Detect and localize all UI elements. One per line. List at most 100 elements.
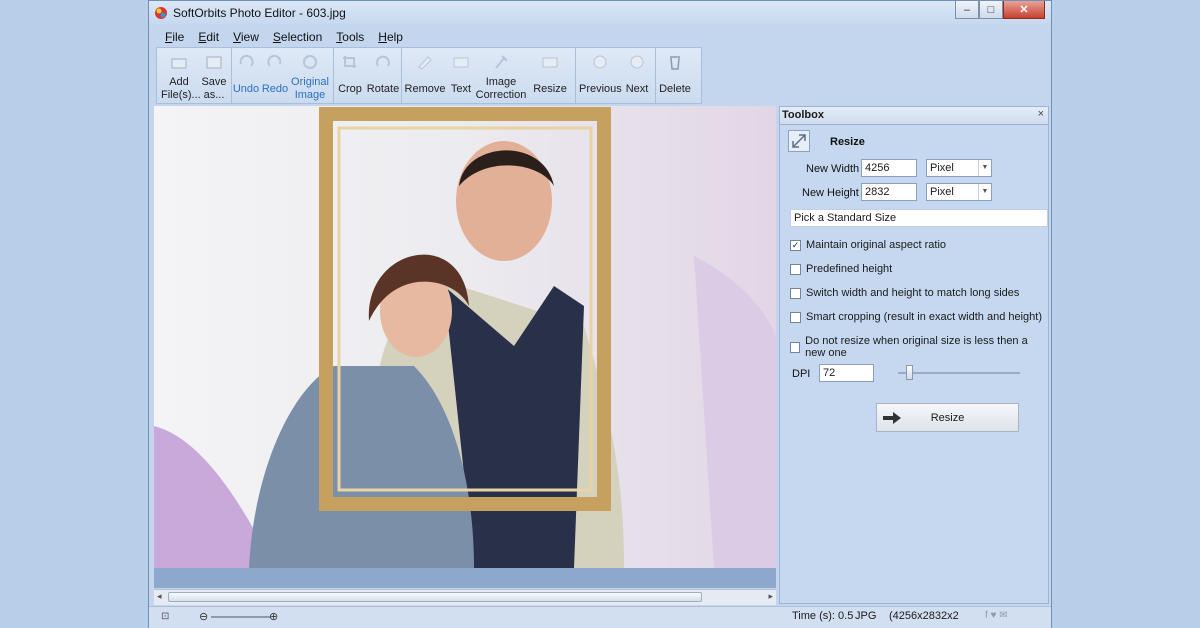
save-icon (206, 56, 222, 69)
width-unit-select[interactable]: Pixel ▼ (926, 159, 992, 177)
new-width-label: New Width (806, 163, 860, 175)
predefined-height-checkbox[interactable] (790, 263, 801, 275)
eraser-icon (418, 56, 432, 70)
option-switch-sides[interactable]: Switch width and height to match long si… (790, 287, 1019, 299)
menu-selection[interactable]: Selection (265, 28, 328, 46)
rotate-icon (376, 55, 390, 67)
next-icon (630, 55, 644, 69)
add-files-label: Add File(s)... (161, 76, 201, 101)
rotate-label: Rotate (366, 83, 400, 95)
crop-button[interactable]: Crop (335, 48, 365, 103)
text-button[interactable]: Text (447, 48, 475, 103)
dpi-slider[interactable] (898, 365, 1020, 380)
previous-label: Previous (579, 83, 622, 95)
option-label: Predefined height (806, 263, 893, 275)
status-dimensions: (4256x2832x2 (889, 610, 959, 622)
add-file-icon (171, 58, 187, 69)
title-bar[interactable]: SoftOrbits Photo Editor - 603.jpg – □ ✕ (149, 1, 1051, 25)
menu-help[interactable]: Help (370, 28, 409, 46)
switch-sides-checkbox[interactable] (790, 287, 801, 299)
height-unit-value: Pixel (930, 186, 954, 198)
menu-file[interactable]: File (157, 28, 190, 46)
toolbox-panel: Toolbox × Resize New Width 4256 Pixel ▼ … (779, 106, 1049, 604)
filmstrip (154, 568, 776, 588)
undo-icon (239, 54, 254, 67)
option-label: Maintain original aspect ratio (806, 239, 947, 251)
resize-icon (542, 57, 558, 68)
delete-button[interactable]: Delete (655, 48, 695, 103)
scroll-left-icon[interactable]: ◂ (157, 591, 162, 602)
image-correction-label: Image Correction (475, 76, 527, 101)
rotate-button[interactable]: Rotate (365, 48, 401, 103)
resize-arrows-icon (788, 130, 810, 152)
close-window-button[interactable]: ✕ (1003, 1, 1045, 19)
next-button[interactable]: Next (621, 48, 653, 103)
redo-label: Redo (261, 83, 289, 95)
original-image-button[interactable]: Original Image (289, 48, 331, 103)
chevron-down-icon: ▼ (978, 160, 991, 176)
toolbox-close-icon[interactable]: × (1038, 108, 1044, 120)
app-window: SoftOrbits Photo Editor - 603.jpg – □ ✕ … (148, 0, 1052, 628)
resize-button[interactable]: Resize (876, 403, 1019, 432)
standard-size-select[interactable]: Pick a Standard Size (790, 209, 1048, 227)
previous-button[interactable]: Previous (579, 48, 622, 103)
option-smart-cropping[interactable]: Smart cropping (result in exact width an… (790, 311, 1042, 323)
minimize-icon: – (963, 3, 971, 16)
option-maintain-aspect[interactable]: ✓ Maintain original aspect ratio (790, 239, 946, 251)
close-icon: ✕ (1019, 4, 1029, 16)
window-title: SoftOrbits Photo Editor - 603.jpg (173, 6, 346, 20)
no-upscale-checkbox[interactable] (790, 341, 801, 353)
minimize-button[interactable]: – (955, 1, 979, 19)
option-no-upscale[interactable]: Do not resize when original size is less… (790, 335, 1048, 359)
new-width-input[interactable]: 4256 (861, 159, 917, 177)
add-files-button[interactable]: Add File(s)... (161, 48, 201, 103)
social-icons[interactable]: f ♥ ✉ (985, 610, 1008, 621)
dpi-label: DPI (792, 368, 811, 380)
width-unit-value: Pixel (930, 162, 954, 174)
redo-button[interactable]: Redo (261, 48, 289, 103)
image-correction-button[interactable]: Image Correction (475, 48, 527, 103)
dpi-slider-thumb[interactable] (906, 365, 914, 380)
resize-button-label: Resize (930, 412, 965, 424)
option-predefined-height[interactable]: Predefined height (790, 263, 892, 275)
remove-button[interactable]: Remove (403, 48, 447, 103)
toolbox-header: Toolbox × (780, 107, 1048, 125)
original-image-icon (303, 55, 317, 69)
new-height-input[interactable]: 2832 (861, 183, 917, 201)
resize-tool-label: Resize (533, 83, 567, 95)
zoom-slider[interactable] (211, 616, 271, 618)
menu-edit[interactable]: Edit (190, 28, 225, 46)
toolbox-title: Toolbox (782, 109, 824, 121)
dpi-input[interactable]: 72 (819, 364, 874, 382)
maximize-button[interactable]: □ (979, 1, 1003, 19)
smart-cropping-checkbox[interactable] (790, 311, 801, 323)
resize-tool-button[interactable]: Resize (527, 48, 573, 103)
text-icon (453, 57, 469, 68)
save-as-label: Save as... (201, 76, 227, 101)
option-label: Smart cropping (result in exact width an… (806, 311, 1043, 323)
undo-button[interactable]: Undo (231, 48, 261, 103)
maintain-aspect-checkbox[interactable]: ✓ (790, 239, 801, 251)
status-time: Time (s): 0.5 (792, 610, 854, 622)
zoom-out-icon[interactable]: ⊖ (199, 610, 208, 623)
horizontal-scrollbar[interactable]: ◂ ▸ (154, 589, 776, 605)
save-as-button[interactable]: Save as... (197, 48, 231, 103)
trash-icon (670, 56, 680, 70)
app-logo-icon (155, 7, 167, 19)
scroll-right-icon[interactable]: ▸ (768, 591, 773, 602)
photo (154, 106, 776, 568)
scroll-thumb[interactable] (168, 592, 702, 602)
menu-tools[interactable]: Tools (328, 28, 370, 46)
menu-view[interactable]: View (225, 28, 265, 46)
status-format: JPG (855, 610, 877, 622)
menu-bar: File Edit View Selection Tools Help (157, 28, 409, 46)
new-height-label: New Height (802, 187, 859, 199)
height-unit-select[interactable]: Pixel ▼ (926, 183, 992, 201)
undo-label: Undo (232, 83, 260, 95)
magic-wand-icon (495, 55, 508, 69)
zoom-in-icon[interactable]: ⊕ (269, 610, 278, 623)
image-canvas[interactable] (154, 106, 776, 568)
fit-icon[interactable]: ⊡ (161, 611, 169, 622)
text-label: Text (450, 83, 472, 95)
status-bar: ⊡ ⊖ ⊕ Time (s): 0.5 JPG (4256x2832x2 f ♥… (149, 606, 1051, 628)
